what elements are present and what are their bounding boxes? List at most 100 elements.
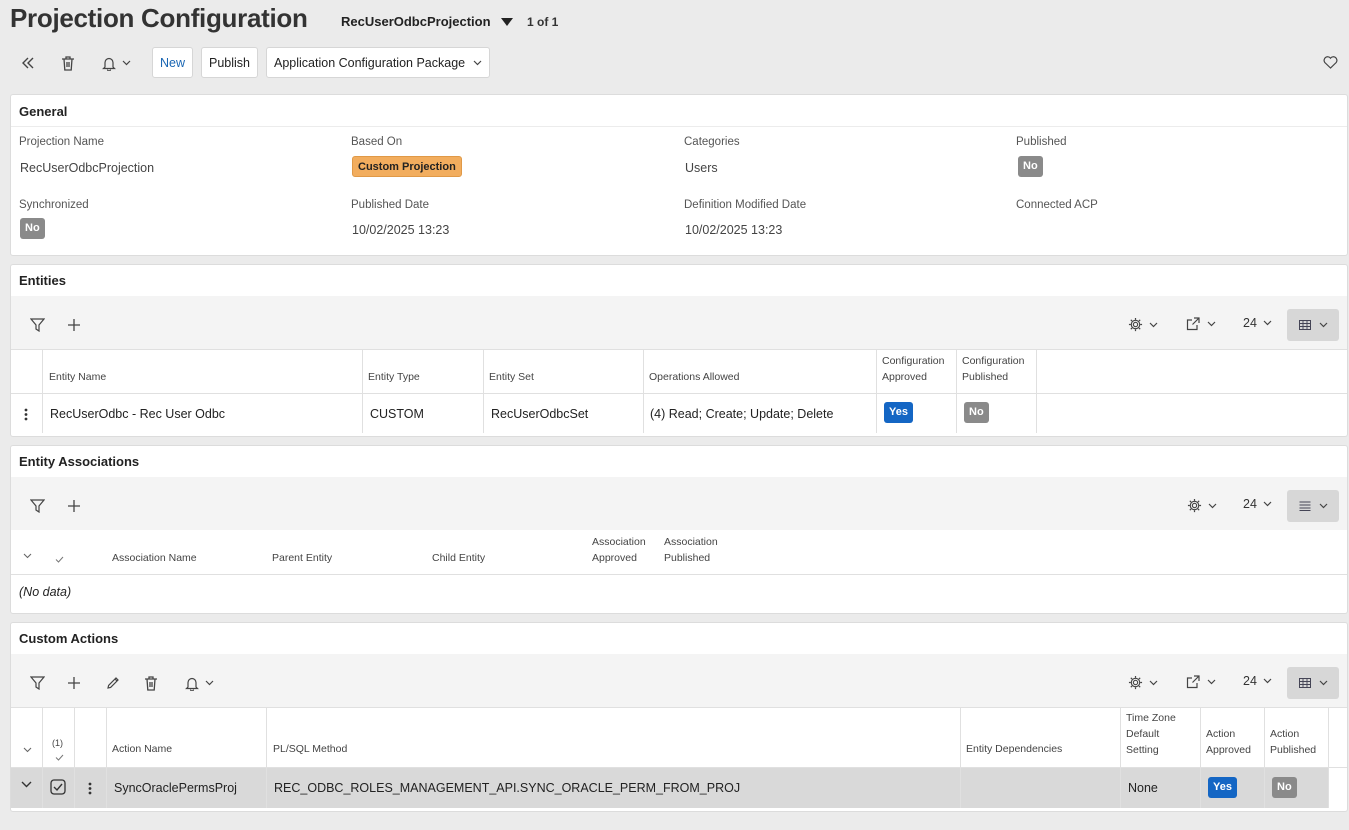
- header-line: Configuration: [962, 355, 1025, 367]
- caret-down-icon: [500, 17, 513, 26]
- export-icon: [1186, 317, 1200, 331]
- notification-bell-dropdown[interactable]: [96, 53, 136, 73]
- trash-icon[interactable]: [58, 53, 78, 73]
- page-size-value: 24: [1243, 674, 1257, 688]
- column-header-entity-name[interactable]: Entity Name: [49, 369, 106, 385]
- application-configuration-package-button[interactable]: Application Configuration Package: [266, 47, 491, 78]
- connected-acp-label: Connected ACP: [1016, 199, 1098, 211]
- column-header-plsql-method[interactable]: PL/SQL Method: [273, 741, 347, 757]
- row-checkbox-checked[interactable]: [50, 779, 66, 795]
- synchronized-label: Synchronized: [19, 199, 89, 211]
- chevron-down-icon: [1149, 680, 1158, 685]
- action-approved-badge: Yes: [1208, 777, 1237, 798]
- select-all-check-icon[interactable]: [53, 752, 65, 762]
- header-line: Published: [962, 371, 1009, 383]
- column-header-association-published[interactable]: Association Published: [664, 534, 718, 566]
- view-mode-toggle[interactable]: [1287, 309, 1339, 341]
- header-line: Published: [664, 552, 711, 564]
- row-menu-kebab-icon[interactable]: [85, 779, 95, 797]
- chevron-down-icon: [1319, 322, 1327, 328]
- settings-dropdown[interactable]: [1128, 675, 1158, 690]
- table-view-icon: [1298, 678, 1311, 688]
- published-label: Published: [1016, 136, 1067, 148]
- page-title: Projection Configuration: [10, 3, 308, 33]
- column-header-entity-dependencies[interactable]: Entity Dependencies: [966, 741, 1062, 757]
- header-line: Approved: [592, 552, 637, 564]
- add-icon[interactable]: [64, 315, 84, 335]
- expand-all-chevron-icon[interactable]: [21, 745, 33, 755]
- configuration-published-badge: No: [964, 402, 989, 423]
- header-line: Published: [1270, 744, 1317, 756]
- table-view-icon: [1298, 320, 1311, 330]
- column-header-child-entity[interactable]: Child Entity: [432, 550, 485, 566]
- record-selector[interactable]: RecUserOdbcProjection: [341, 14, 513, 29]
- expand-all-chevron-icon[interactable]: [21, 551, 33, 561]
- view-mode-toggle[interactable]: [1287, 667, 1339, 699]
- header-line: Association: [664, 536, 718, 548]
- page-size-dropdown[interactable]: 24: [1243, 316, 1272, 330]
- page-size-dropdown[interactable]: 24: [1243, 674, 1272, 688]
- entity-name-cell[interactable]: RecUserOdbc - Rec User Odbc: [50, 407, 225, 421]
- row-expand-chevron-icon[interactable]: [20, 779, 32, 789]
- select-all-check-icon[interactable]: [53, 554, 65, 564]
- published-date-value: 10/02/2025 13:23: [352, 223, 450, 237]
- gear-icon: [1128, 675, 1143, 690]
- column-header-association-approved[interactable]: Association Approved: [592, 534, 646, 566]
- chevron-down-icon: [1263, 501, 1272, 507]
- chevron-down-icon: [205, 680, 213, 686]
- chevron-down-icon: [1149, 322, 1158, 327]
- add-icon[interactable]: [64, 496, 84, 516]
- entities-title: Entities: [19, 273, 66, 288]
- view-mode-toggle[interactable]: [1287, 490, 1339, 522]
- record-count: 1 of 1: [527, 15, 559, 29]
- acp-label: Application Configuration Package: [274, 55, 466, 70]
- chevron-down-icon: [1207, 679, 1216, 685]
- configuration-approved-badge: Yes: [884, 402, 913, 423]
- add-icon[interactable]: [64, 673, 84, 693]
- column-header-action-approved[interactable]: Action Approved: [1206, 726, 1251, 758]
- action-published-badge: No: [1272, 777, 1297, 798]
- column-header-entity-type[interactable]: Entity Type: [368, 369, 420, 385]
- trash-icon[interactable]: [141, 673, 161, 693]
- action-name-cell[interactable]: SyncOraclePermsProj: [114, 781, 237, 795]
- page-size-value: 24: [1243, 497, 1257, 511]
- column-header-operations-allowed[interactable]: Operations Allowed: [649, 369, 739, 385]
- based-on-badge: Custom Projection: [352, 156, 462, 177]
- back-double-chevron-icon[interactable]: [18, 53, 38, 73]
- column-header-association-name[interactable]: Association Name: [112, 550, 197, 566]
- edit-pencil-icon[interactable]: [103, 673, 123, 693]
- column-header-action-name[interactable]: Action Name: [112, 741, 172, 757]
- chevron-down-icon: [1263, 320, 1272, 326]
- general-panel: General Projection Name RecUserOdbcProje…: [10, 94, 1348, 256]
- column-header-configuration-approved[interactable]: Configuration Approved: [882, 353, 944, 385]
- header-line: Setting: [1126, 744, 1159, 756]
- export-icon: [1186, 675, 1200, 689]
- settings-dropdown[interactable]: [1128, 317, 1158, 332]
- column-header-action-published[interactable]: Action Published: [1270, 726, 1316, 758]
- export-dropdown[interactable]: [1186, 317, 1216, 331]
- column-header-configuration-published[interactable]: Configuration Published: [962, 353, 1024, 385]
- settings-dropdown[interactable]: [1187, 498, 1217, 513]
- published-date-label: Published Date: [351, 199, 429, 211]
- column-header-entity-set[interactable]: Entity Set: [489, 369, 534, 385]
- chevron-down-icon: [473, 60, 482, 65]
- published-badge: No: [1018, 156, 1043, 177]
- column-header-parent-entity[interactable]: Parent Entity: [272, 550, 332, 566]
- definition-modified-label: Definition Modified Date: [684, 199, 807, 211]
- export-dropdown[interactable]: [1186, 675, 1216, 689]
- publish-button[interactable]: Publish: [201, 47, 258, 78]
- row-menu-kebab-icon[interactable]: [21, 405, 31, 423]
- page-size-dropdown[interactable]: 24: [1243, 497, 1272, 511]
- chevron-down-icon: [1208, 503, 1217, 508]
- favorite-heart-icon[interactable]: [1320, 52, 1340, 72]
- filter-icon[interactable]: [27, 315, 47, 335]
- column-header-time-zone-default-setting[interactable]: Time Zone Default Setting: [1126, 710, 1176, 758]
- chevron-down-icon: [1319, 503, 1327, 509]
- plsql-method-cell: REC_ODBC_ROLES_MANAGEMENT_API.SYNC_ORACL…: [274, 781, 741, 795]
- projection-name-label: Projection Name: [19, 136, 105, 148]
- filter-icon[interactable]: [27, 496, 47, 516]
- filter-icon[interactable]: [27, 673, 47, 693]
- header-line: Action: [1206, 728, 1236, 740]
- new-button[interactable]: New: [152, 47, 194, 78]
- notification-bell-dropdown[interactable]: [179, 673, 219, 693]
